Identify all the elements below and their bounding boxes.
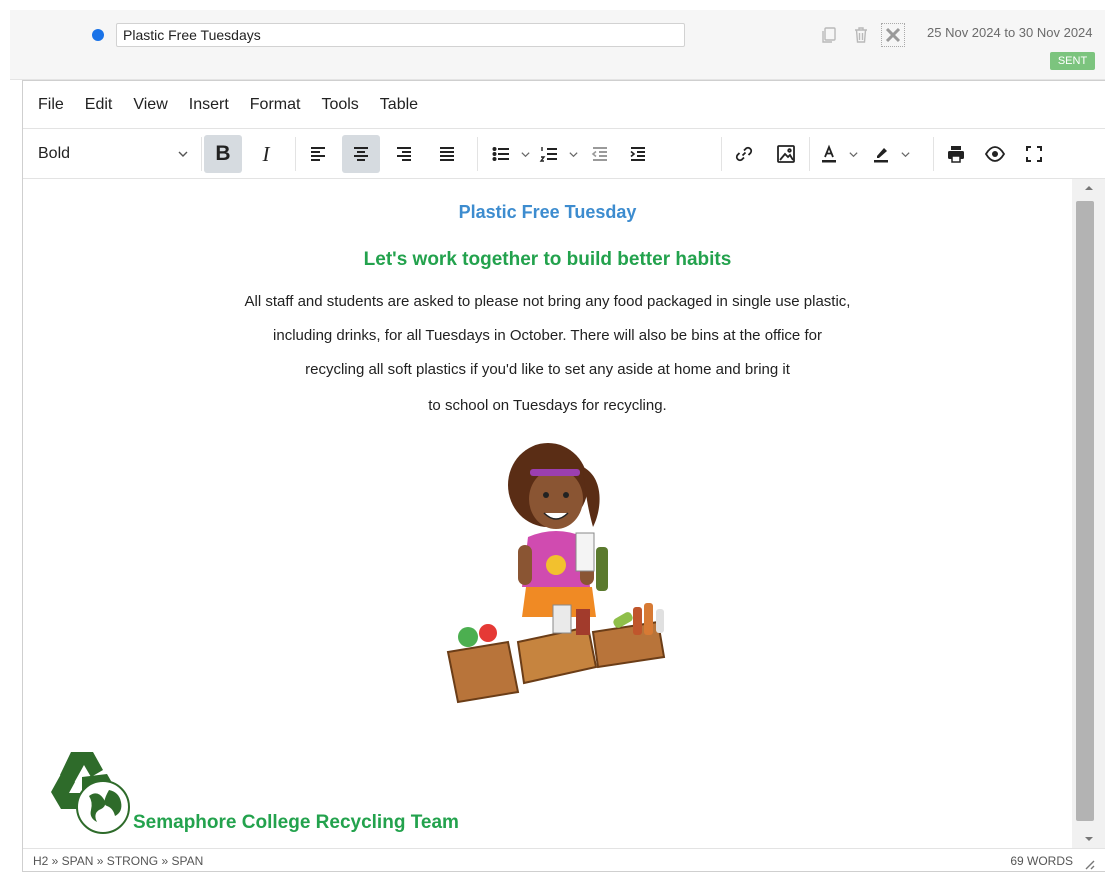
bullet-list-icon [492, 147, 509, 161]
chevron-down-icon [900, 151, 910, 157]
message-header: 25 Nov 2024 to 30 Nov 2024 SENT [10, 10, 1105, 80]
menu-format[interactable]: Format [250, 96, 301, 114]
align-left-button[interactable] [299, 135, 337, 173]
align-center-icon [354, 147, 368, 161]
eye-icon [984, 146, 1006, 162]
chevron-down-icon [568, 151, 578, 157]
element-path[interactable]: H2 » SPAN » STRONG » SPAN [33, 854, 203, 868]
chevron-down-icon [848, 151, 858, 157]
italic-icon: I [262, 141, 270, 166]
list-group [485, 129, 657, 179]
italic-button[interactable]: I [247, 135, 285, 173]
paragraph-line: to school on Tuesdays for recycling. [428, 397, 667, 414]
toolbar-divider [201, 137, 202, 171]
scrollbar-thumb[interactable] [1076, 201, 1094, 821]
toolbar-divider [933, 137, 934, 171]
trash-icon[interactable] [850, 24, 872, 46]
menu-edit[interactable]: Edit [85, 96, 113, 114]
highlighter-icon [874, 148, 888, 163]
fullscreen-icon [1026, 146, 1042, 162]
block-format-select[interactable]: Bold [23, 135, 201, 173]
chevron-down-icon [520, 151, 530, 157]
image-icon [777, 145, 795, 163]
text-color-button[interactable] [813, 135, 861, 173]
menu-table[interactable]: Table [380, 96, 418, 114]
resize-handle-icon[interactable] [1081, 856, 1095, 870]
scroll-up-arrow-icon[interactable] [1082, 181, 1096, 195]
align-right-icon [397, 147, 411, 161]
document-title: Plastic Free Tuesday [458, 202, 637, 222]
menu-view[interactable]: View [133, 96, 167, 114]
paragraph-line: recycling all soft plastics if you'd lik… [305, 361, 790, 378]
link-icon [735, 146, 753, 162]
date-range: 25 Nov 2024 to 30 Nov 2024 [927, 25, 1093, 40]
fullscreen-button[interactable] [1015, 135, 1053, 173]
insert-group [725, 129, 805, 179]
align-justify-icon [440, 147, 454, 161]
toolbar-divider [295, 137, 296, 171]
status-badge: SENT [1050, 52, 1095, 70]
text-color-icon [822, 144, 836, 163]
align-left-icon [311, 147, 325, 161]
menu-tools[interactable]: Tools [321, 96, 358, 114]
bold-button[interactable]: B [204, 135, 242, 173]
align-justify-button[interactable] [428, 135, 466, 173]
view-group [937, 129, 1053, 179]
preview-button[interactable] [976, 135, 1014, 173]
menu-file[interactable]: File [38, 96, 64, 114]
align-center-button[interactable] [342, 135, 380, 173]
rich-text-editor: File Edit View Insert Format Tools Table… [22, 80, 1105, 872]
menubar: File Edit View Insert Format Tools Table [23, 81, 1105, 129]
numbered-list-button[interactable] [533, 135, 581, 173]
editor-content-area[interactable]: Plastic Free Tuesday Let's work together… [23, 179, 1072, 848]
paragraph-line: All staff and students are asked to plea… [244, 293, 851, 310]
numbered-list-icon [539, 147, 557, 162]
alignment-group [299, 129, 466, 179]
recycling-girl-illustration [446, 443, 666, 704]
word-count: 69 WORDS [1010, 854, 1073, 868]
align-right-button[interactable] [385, 135, 423, 173]
message-title-input[interactable] [116, 23, 685, 47]
outdent-button[interactable] [581, 135, 619, 173]
print-icon [948, 146, 964, 163]
vertical-scrollbar[interactable] [1072, 179, 1105, 848]
chevron-down-icon [178, 151, 188, 157]
indent-icon [630, 147, 645, 161]
color-group [813, 129, 913, 179]
print-button[interactable] [937, 135, 975, 173]
indent-button[interactable] [619, 135, 657, 173]
status-dot [92, 29, 104, 41]
insert-link-button[interactable] [725, 135, 763, 173]
insert-image-button[interactable] [767, 135, 805, 173]
document-subtitle: Let's work together to build better habi… [363, 249, 732, 270]
toolbar-divider [721, 137, 722, 171]
menu-insert[interactable]: Insert [189, 96, 229, 114]
bullet-list-button[interactable] [485, 135, 533, 173]
formatting-toolbar: Bold B I [23, 129, 1105, 179]
outdent-icon [591, 147, 607, 161]
scroll-down-arrow-icon[interactable] [1082, 832, 1096, 846]
editor-statusbar: H2 » SPAN » STRONG » SPAN 69 WORDS [23, 848, 1105, 872]
copy-icon[interactable] [818, 24, 840, 46]
text-style-group: B I [204, 129, 285, 179]
team-name: Semaphore College Recycling Team [133, 812, 459, 833]
recycling-globe-logo [51, 752, 130, 834]
close-icon[interactable] [881, 23, 905, 47]
block-format-value: Bold [38, 145, 71, 162]
highlight-color-button[interactable] [865, 135, 913, 173]
bold-icon: B [215, 142, 231, 165]
toolbar-divider [477, 137, 478, 171]
paragraph-line: including drinks, for all Tuesdays in Oc… [273, 327, 822, 344]
toolbar-divider [809, 137, 810, 171]
